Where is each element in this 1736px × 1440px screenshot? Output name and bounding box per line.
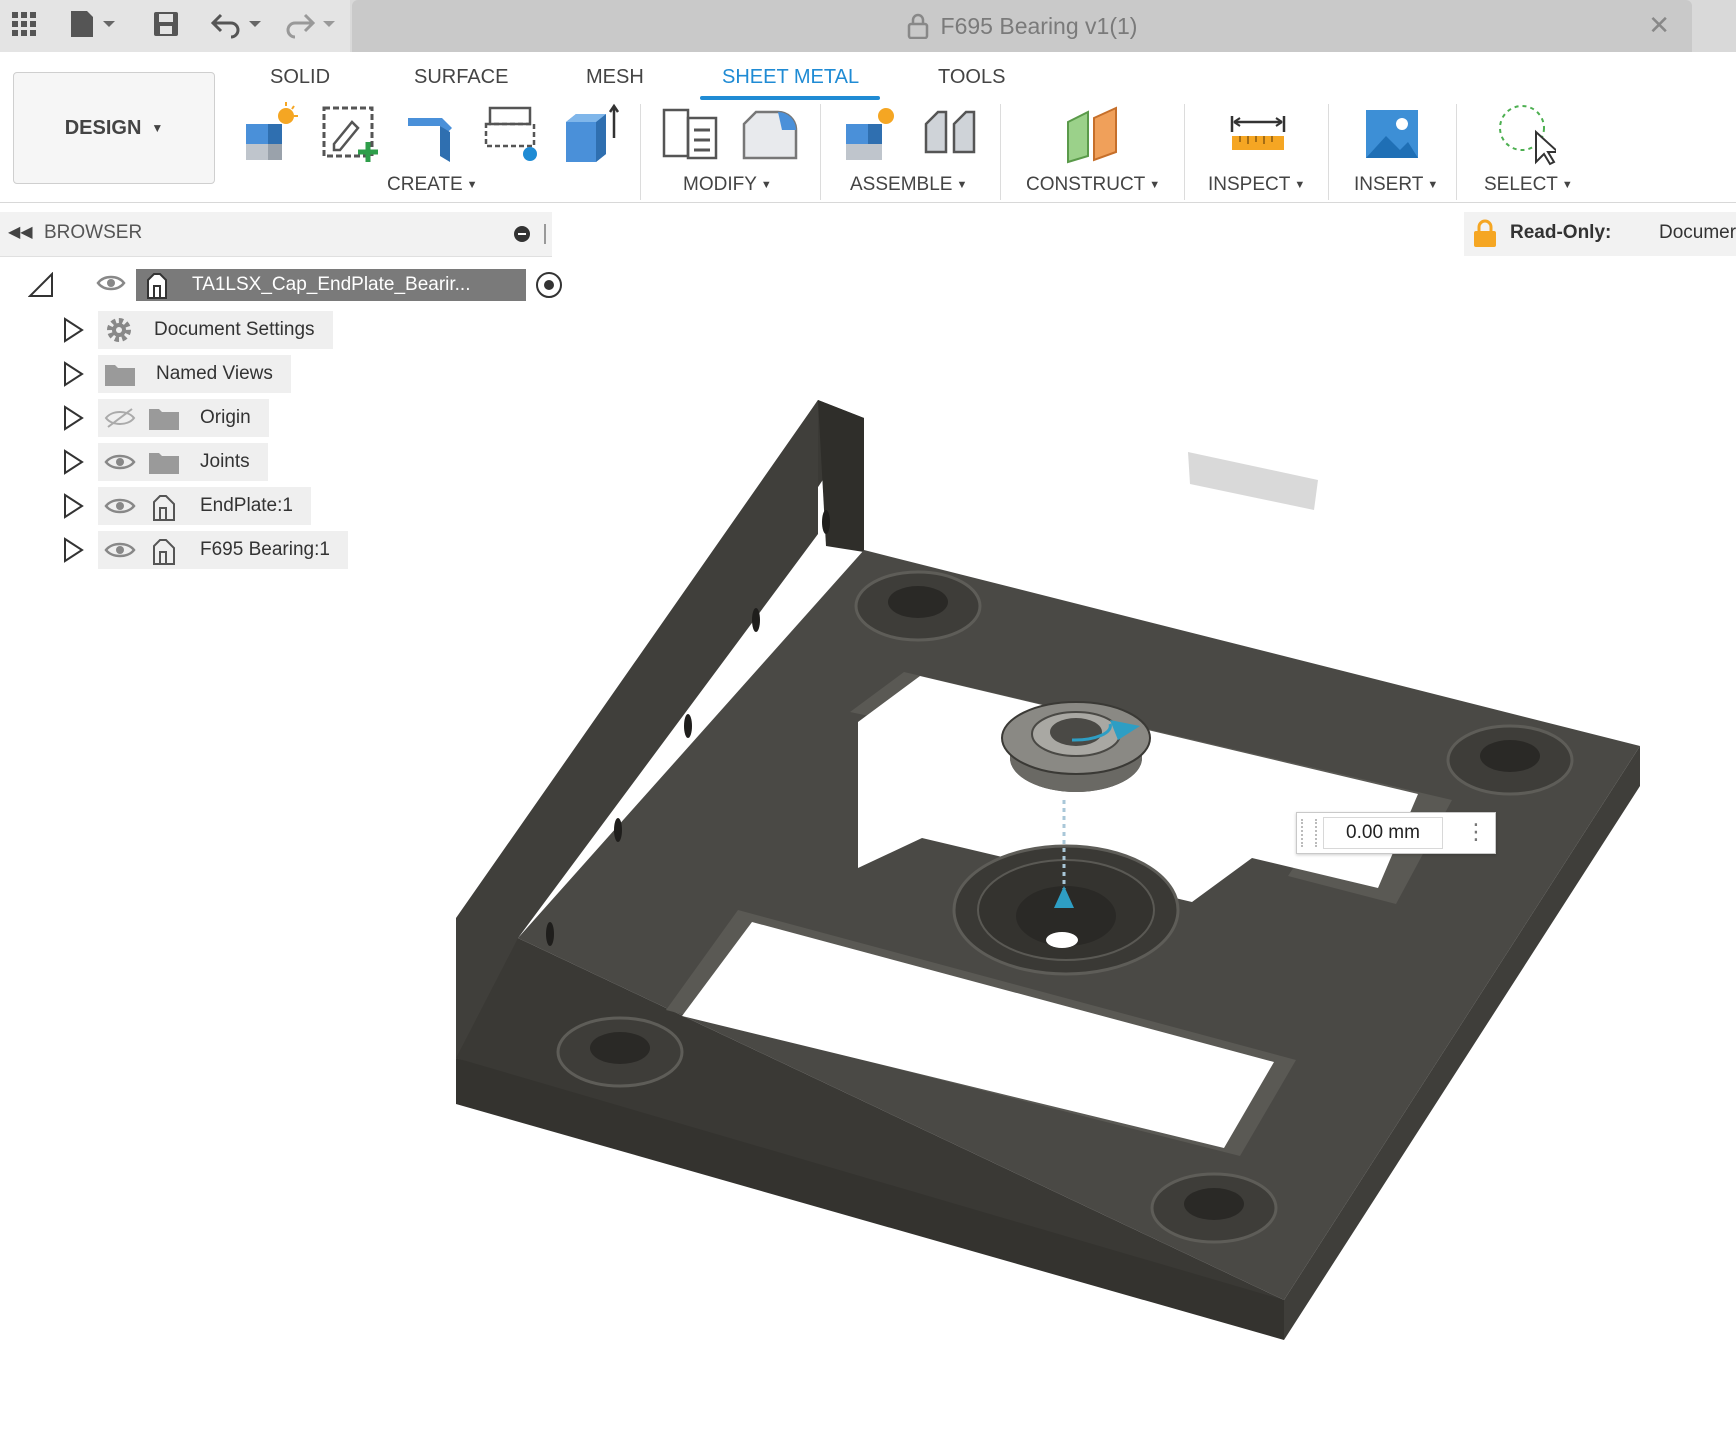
chevron-down-icon: ▼ (1149, 179, 1161, 191)
insert-image-icon[interactable] (1358, 98, 1426, 170)
ghost-shadow (1188, 452, 1318, 510)
quick-access-toolbar (0, 0, 350, 52)
construct-menu[interactable]: CONSTRUCT ▼ (1026, 174, 1160, 196)
chevron-down-icon: ▼ (1561, 179, 1573, 191)
inspect-menu[interactable]: INSPECT ▼ (1208, 174, 1305, 196)
collapse-browser-icon[interactable]: ◀◀ (8, 222, 33, 242)
group-divider (1456, 104, 1457, 200)
chevron-down-icon: ▼ (466, 179, 478, 191)
more-options-icon[interactable]: ⋮ (1465, 819, 1487, 845)
endplate-part[interactable] (456, 400, 1640, 1340)
inspect-label: INSPECT (1208, 174, 1291, 195)
assemble-menu[interactable]: ASSEMBLE ▼ (850, 174, 967, 196)
group-divider (820, 104, 821, 200)
readonly-value: Documer (1659, 222, 1736, 243)
workspace-label: DESIGN (64, 116, 142, 139)
assemble-label: ASSEMBLE (850, 174, 953, 195)
assemble-new-component-icon[interactable] (836, 98, 904, 170)
tab-tools[interactable]: TOOLS (938, 60, 1005, 94)
new-component-icon[interactable] (236, 98, 304, 170)
group-divider (1184, 104, 1185, 200)
lock-icon (1474, 219, 1496, 247)
chevron-down-icon: ▼ (760, 179, 772, 191)
save-icon[interactable] (148, 6, 184, 42)
minimize-browser-icon[interactable] (514, 226, 530, 242)
tab-solid[interactable]: SOLID (270, 60, 330, 94)
chevron-down-icon: ▼ (1294, 179, 1306, 191)
chevron-down-icon: ▼ (1427, 179, 1439, 191)
lock-icon (907, 13, 928, 39)
modify-menu[interactable]: MODIFY ▼ (683, 174, 772, 196)
chevron-down-icon: ▼ (956, 179, 968, 191)
distance-input[interactable]: 0.00 mm (1323, 817, 1443, 849)
tab-sheet-metal[interactable]: SHEET METAL (722, 60, 859, 94)
joint-icon[interactable] (916, 98, 984, 170)
create-sketch-icon[interactable] (316, 98, 384, 170)
title-bar: F695 Bearing v1(1) ✕ (0, 0, 1736, 52)
tab-surface[interactable]: SURFACE (414, 60, 508, 94)
select-icon[interactable] (1490, 98, 1558, 170)
flange-icon[interactable] (398, 98, 466, 170)
group-divider (1328, 104, 1329, 200)
extrude-icon[interactable] (556, 98, 624, 170)
group-divider (640, 104, 641, 200)
panel-resize-handle[interactable] (544, 224, 546, 244)
browser-header: ◀◀ BROWSER (0, 212, 552, 257)
chevron-down-icon: ▼ (151, 121, 164, 135)
select-menu[interactable]: SELECT ▼ (1484, 174, 1573, 196)
bearing-pocket (952, 844, 1180, 976)
readonly-indicator: Read-Only: Documer (1464, 212, 1736, 256)
document-title: F695 Bearing v1(1) (940, 12, 1138, 39)
measure-icon[interactable] (1224, 98, 1292, 170)
press-pull-icon[interactable] (656, 98, 724, 170)
insert-menu[interactable]: INSERT ▼ (1354, 174, 1438, 196)
undo-icon[interactable] (208, 6, 264, 42)
construct-label: CONSTRUCT (1026, 174, 1146, 195)
select-label: SELECT (1484, 174, 1558, 195)
app-grid-icon[interactable] (6, 6, 42, 42)
modify-label: MODIFY (683, 174, 757, 195)
browser-title: BROWSER (44, 222, 143, 243)
document-tab[interactable]: F695 Bearing v1(1) ✕ (352, 0, 1692, 52)
drag-handle-icon[interactable] (1301, 819, 1317, 847)
file-menu-icon[interactable] (64, 6, 120, 42)
create-menu[interactable]: CREATE ▼ (387, 174, 478, 196)
ribbon-toolbar: DESIGN ▼ SOLID SURFACE MESH SHEET METAL … (0, 52, 1736, 203)
fillet-icon[interactable] (736, 98, 804, 170)
tab-mesh[interactable]: MESH (586, 60, 644, 94)
workspace-switcher[interactable]: DESIGN ▼ (13, 72, 215, 184)
insert-label: INSERT (1354, 174, 1424, 195)
create-label: CREATE (387, 174, 463, 195)
redo-icon[interactable] (282, 6, 338, 42)
readonly-label: Read-Only: (1510, 222, 1612, 243)
offset-distance-box: 0.00 mm ⋮ (1296, 812, 1496, 854)
f695-bearing-part[interactable] (1001, 701, 1151, 792)
close-tab-icon[interactable]: ✕ (1648, 10, 1670, 41)
unfold-icon[interactable] (478, 98, 546, 170)
offset-plane-icon[interactable] (1058, 98, 1126, 170)
group-divider (1000, 104, 1001, 200)
